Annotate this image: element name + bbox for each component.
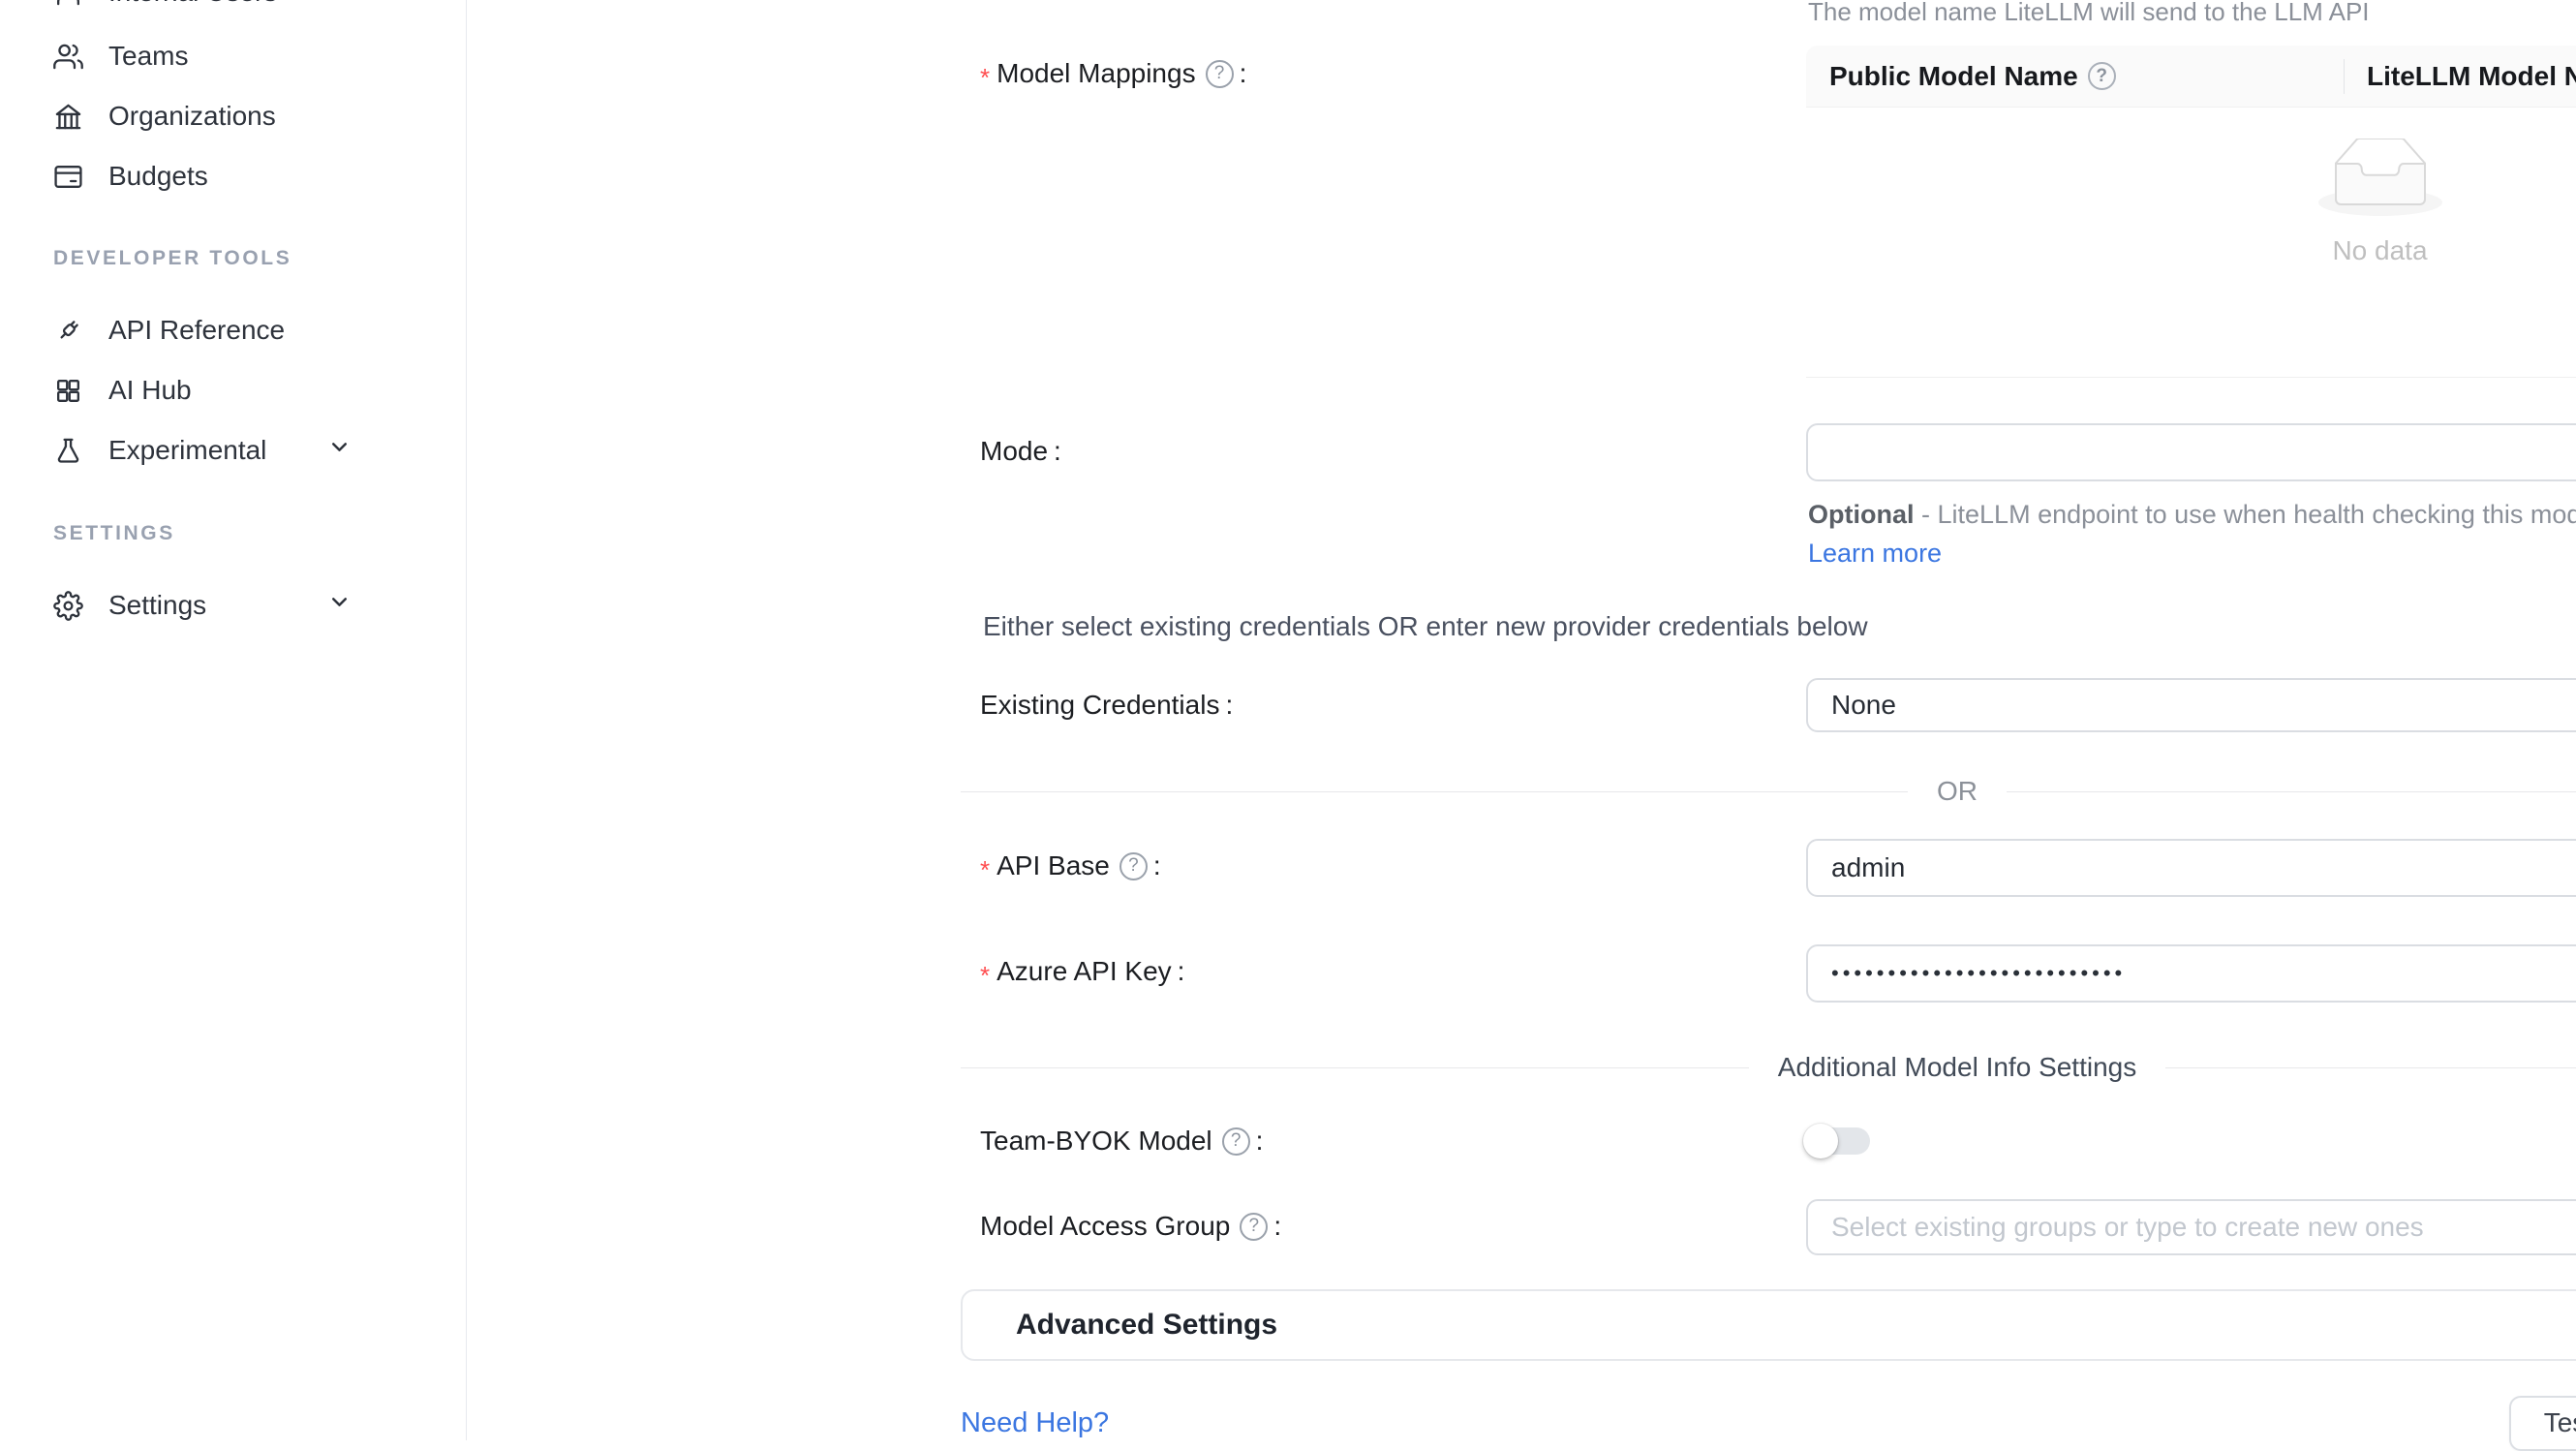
sidebar-item-label: Budgets: [108, 161, 208, 192]
question-icon[interactable]: ?: [2088, 62, 2116, 90]
grid-icon: [53, 376, 83, 406]
required-asterisk: *: [980, 961, 990, 991]
additional-settings-divider: Additional Model Info Settings: [961, 1050, 2576, 1085]
model-access-group-label: Model Access Group ? :: [980, 1209, 1281, 1244]
column-divider: [2344, 59, 2345, 94]
sidebar-item-experimental[interactable]: Experimental: [0, 420, 467, 480]
sidebar-item-label: AI Hub: [108, 375, 192, 406]
users-icon: [53, 42, 83, 72]
model-mappings-label: * Model Mappings ? :: [980, 56, 1246, 91]
sidebar-section-settings: SETTINGS: [53, 519, 175, 548]
question-icon[interactable]: ?: [1222, 1127, 1250, 1156]
sidebar-item-label: Internal Users: [108, 0, 277, 8]
mode-hint: Optional - LiteLLM endpoint to use when …: [1808, 495, 2576, 572]
api-plug-icon: [53, 316, 83, 346]
credit-card-icon: [53, 162, 83, 192]
add-model-form: The model name LiteLLM will send to the …: [467, 0, 2576, 1440]
sidebar-item-label: API Reference: [108, 315, 285, 346]
question-icon[interactable]: ?: [1119, 852, 1148, 880]
form-footer: Need Help? Test Connect Add Model: [961, 1395, 2576, 1451]
user-icon: [53, 0, 83, 8]
azure-api-key-label: * Azure API Key :: [980, 954, 1184, 989]
sidebar-item-settings[interactable]: Settings: [0, 575, 467, 635]
sidebar-item-organizations[interactable]: Organizations: [0, 86, 467, 146]
learn-more-link[interactable]: Learn more: [1808, 539, 1942, 568]
sidebar-item-api-reference[interactable]: API Reference: [0, 300, 467, 360]
api-base-label: * API Base ? :: [980, 849, 1161, 883]
or-divider: OR: [961, 774, 2576, 809]
sidebar-item-internal-users[interactable]: Internal Users: [0, 0, 467, 22]
question-icon[interactable]: ?: [1206, 60, 1234, 88]
credentials-note: Either select existing credentials OR en…: [983, 609, 1868, 644]
optional-badge: Optional: [1808, 500, 1915, 529]
model-mappings-table: Public Model Name ? LiteLLM Model Name ?…: [1806, 46, 2576, 378]
advanced-settings-title: Advanced Settings: [1016, 1309, 2576, 1342]
masked-value: ••••••••••••••••••••••••••: [1831, 961, 2126, 986]
sidebar-item-ai-hub[interactable]: AI Hub: [0, 360, 467, 420]
sidebar-item-budgets[interactable]: Budgets: [0, 146, 467, 206]
input-value: admin: [1831, 852, 1905, 883]
gear-icon: [53, 591, 83, 621]
chevron-down-icon[interactable]: [327, 435, 352, 466]
sidebar-item-teams[interactable]: Teams: [0, 26, 467, 86]
sidebar-item-label: Organizations: [108, 101, 276, 132]
advanced-settings-panel[interactable]: Advanced Settings: [961, 1289, 2576, 1361]
existing-credentials-label: Existing Credentials :: [980, 688, 1233, 723]
team-byok-toggle[interactable]: [1806, 1127, 1870, 1155]
sidebar: Internal Users Teams Organizations Budge…: [0, 0, 467, 1440]
sidebar-item-label: Settings: [108, 590, 206, 621]
api-base-input[interactable]: admin: [1806, 839, 2576, 897]
table-empty-state: No data: [1806, 108, 2576, 378]
bank-icon: [53, 102, 83, 132]
mode-label: Mode :: [980, 434, 1061, 469]
test-connect-button[interactable]: Test Connect: [2509, 1396, 2576, 1451]
no-data-text: No data: [2332, 235, 2427, 266]
model-name-hint: The model name LiteLLM will send to the …: [1808, 0, 2370, 27]
column-litellm-model-name: LiteLLM Model Name ?: [2344, 46, 2576, 107]
empty-inbox-icon: [2317, 139, 2443, 218]
selected-value: None: [1831, 690, 1896, 721]
sidebar-section-developer-tools: DEVELOPER TOOLS: [53, 244, 291, 273]
sidebar-item-label: Teams: [108, 41, 188, 72]
sidebar-item-label: Experimental: [108, 435, 266, 466]
existing-credentials-select[interactable]: None: [1806, 678, 2576, 732]
toggle-knob: [1803, 1124, 1838, 1158]
select-placeholder: Select existing groups or type to create…: [1831, 1212, 2424, 1243]
divider-title: Additional Model Info Settings: [1778, 1052, 2136, 1083]
flask-icon: [53, 436, 83, 466]
required-asterisk: *: [980, 63, 990, 93]
chevron-down-icon[interactable]: [327, 590, 352, 621]
model-access-group-select[interactable]: Select existing groups or type to create…: [1806, 1199, 2576, 1255]
required-asterisk: *: [980, 855, 990, 885]
question-icon[interactable]: ?: [1240, 1213, 1268, 1241]
table-header: Public Model Name ? LiteLLM Model Name ?: [1806, 46, 2576, 108]
or-text: OR: [1937, 776, 1978, 807]
azure-api-key-input[interactable]: ••••••••••••••••••••••••••: [1806, 944, 2576, 1003]
need-help-link[interactable]: Need Help?: [961, 1407, 1109, 1439]
team-byok-label: Team-BYOK Model ? :: [980, 1124, 1263, 1158]
mode-select[interactable]: [1806, 423, 2576, 481]
column-public-model-name: Public Model Name ?: [1806, 46, 2344, 107]
